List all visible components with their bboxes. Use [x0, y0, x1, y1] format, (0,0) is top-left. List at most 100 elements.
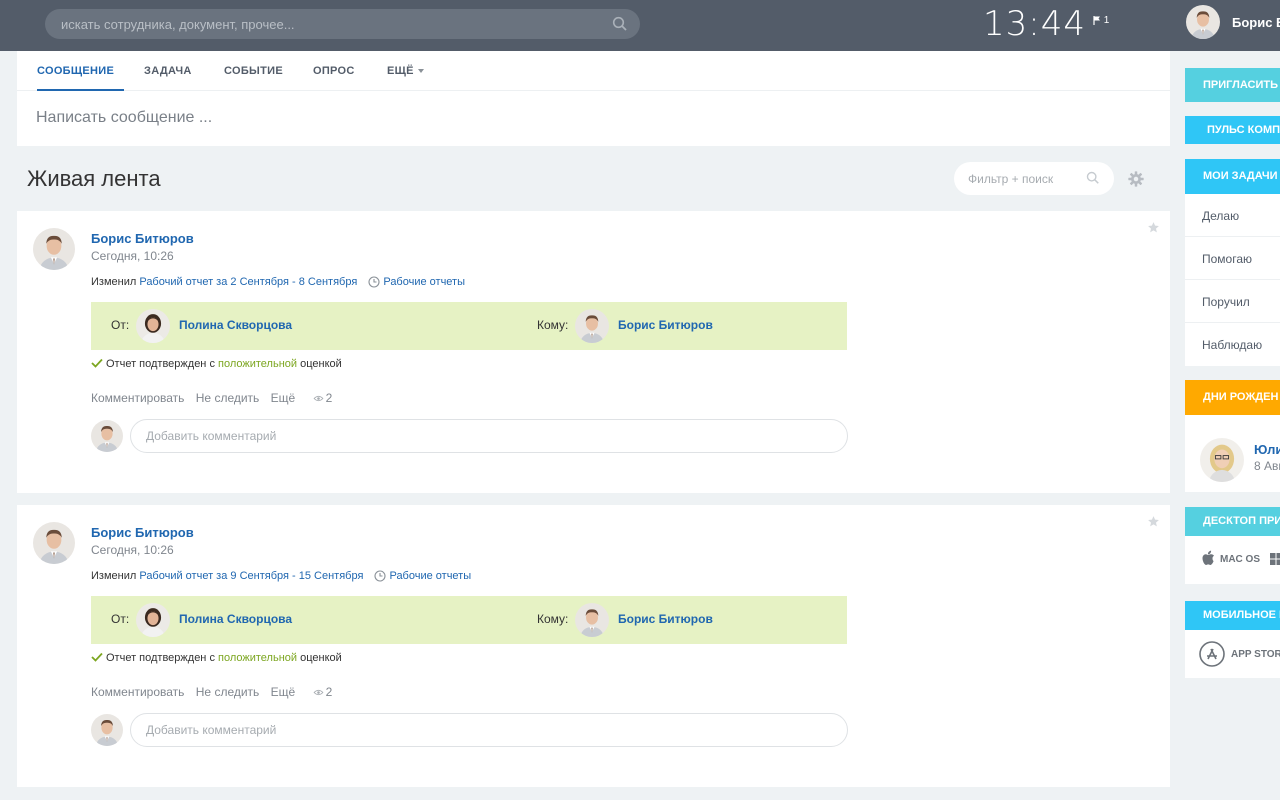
to-label: Кому:: [537, 318, 569, 332]
mobile-widget: APP STORE: [1185, 630, 1280, 678]
comment-input[interactable]: [146, 420, 826, 452]
tab-poll[interactable]: ОПРОС: [313, 65, 355, 77]
post-actions: Комментировать Не следить Ещё 2: [91, 685, 332, 699]
more-button[interactable]: Ещё: [271, 391, 296, 405]
gear-icon[interactable]: [1127, 170, 1145, 193]
tab-more[interactable]: ЕЩЁ: [387, 65, 424, 77]
mobile-header[interactable]: МОБИЛЬНОЕ П: [1185, 601, 1280, 630]
confirm-grade: положительной: [218, 358, 298, 370]
notifications[interactable]: 1: [1093, 15, 1109, 26]
avatar[interactable]: [575, 603, 609, 637]
desktop-header[interactable]: ДЕСКТОП ПРИЛ: [1185, 507, 1280, 536]
clock-icon: [368, 276, 380, 291]
eye-icon: [313, 685, 324, 699]
global-search[interactable]: [45, 9, 640, 39]
post-date[interactable]: Сегодня, 10:26: [91, 249, 174, 263]
check-icon: [91, 652, 103, 665]
action-prefix: Изменил: [91, 276, 137, 288]
post-composer: СООБЩЕНИЕ ЗАДАЧА СОБЫТИЕ ОПРОС ЕЩЁ Напис…: [17, 51, 1170, 146]
unfollow-button[interactable]: Не следить: [196, 685, 260, 699]
avatar[interactable]: [136, 309, 170, 343]
views-counter[interactable]: 2: [313, 391, 332, 405]
tab-more-label: ЕЩЁ: [387, 65, 414, 77]
compose-message-field[interactable]: Написать сообщение ...: [36, 109, 212, 127]
birthdays-widget: Юли 8 Авг: [1185, 415, 1280, 492]
avatar[interactable]: [33, 522, 75, 564]
report-link[interactable]: Рабочий отчет за 2 Сентября - 8 Сентября: [139, 276, 357, 288]
to-label: Кому:: [537, 612, 569, 626]
chevron-down-icon: [417, 69, 424, 74]
mac-os-link[interactable]: MAC OS: [1220, 554, 1260, 565]
category-link[interactable]: Рабочие отчеты: [383, 276, 465, 288]
task-item-assigned[interactable]: Поручил: [1202, 295, 1250, 309]
flag-icon[interactable]: [1093, 15, 1101, 26]
user-avatar[interactable]: [1186, 5, 1220, 39]
post-action: Изменил Рабочий отчет за 9 Сентября - 15…: [91, 570, 471, 585]
app-store-icon[interactable]: [1199, 641, 1225, 672]
feed-post: Борис Битюров Сегодня, 10:26 Изменил Раб…: [17, 505, 1170, 787]
search-icon[interactable]: [612, 16, 628, 32]
comment-field[interactable]: [130, 713, 848, 747]
task-item-watching[interactable]: Наблюдаю: [1202, 338, 1262, 352]
confirm-status: Отчет подтвержден с положительной оценко…: [91, 358, 342, 371]
search-icon[interactable]: [1086, 171, 1100, 190]
tab-event[interactable]: СОБЫТИЕ: [224, 65, 283, 77]
active-tab-indicator: [37, 89, 124, 91]
from-name[interactable]: Полина Скворцова: [179, 612, 292, 626]
action-prefix: Изменил: [91, 570, 137, 582]
post-actions: Комментировать Не следить Ещё 2: [91, 391, 332, 405]
windows-icon[interactable]: [1270, 552, 1280, 570]
apple-icon[interactable]: [1201, 550, 1215, 571]
comment-field[interactable]: [130, 419, 848, 453]
birthdays-header[interactable]: ДНИ РОЖДЕН: [1185, 380, 1280, 415]
star-icon[interactable]: [1147, 515, 1160, 533]
post-date[interactable]: Сегодня, 10:26: [91, 543, 174, 557]
app-store-link[interactable]: APP STORE: [1231, 649, 1280, 660]
avatar: [91, 420, 123, 452]
search-input[interactable]: [61, 9, 601, 39]
from-name[interactable]: Полина Скворцова: [179, 318, 292, 332]
comment-input[interactable]: [146, 714, 826, 746]
unfollow-button[interactable]: Не следить: [196, 391, 260, 405]
task-item-doing[interactable]: Делаю: [1202, 209, 1239, 223]
views-count: 2: [325, 685, 333, 699]
views-counter[interactable]: 2: [313, 685, 333, 699]
invite-button[interactable]: ПРИГЛАСИТЬ С: [1185, 68, 1280, 102]
clock[interactable]: 13:44: [983, 4, 1086, 44]
confirm-suffix: оценкой: [300, 652, 342, 664]
filter-input[interactable]: [968, 162, 1083, 195]
category-link[interactable]: Рабочие отчеты: [389, 570, 471, 582]
avatar[interactable]: [1200, 438, 1244, 482]
desktop-widget: MAC OS: [1185, 536, 1280, 584]
page-title: Живая лента: [27, 166, 161, 191]
feed-filter[interactable]: [954, 162, 1114, 195]
to-name[interactable]: Борис Битюров: [618, 612, 713, 626]
avatar: [91, 714, 123, 746]
confirm-suffix: оценкой: [300, 358, 342, 370]
more-button[interactable]: Ещё: [271, 685, 296, 699]
avatar[interactable]: [575, 309, 609, 343]
from-label: От:: [111, 318, 130, 332]
composer-tabs: СООБЩЕНИЕ ЗАДАЧА СОБЫТИЕ ОПРОС ЕЩЁ: [17, 51, 1170, 91]
divider: [1185, 236, 1280, 237]
tasks-header[interactable]: МОИ ЗАДАЧИ: [1185, 159, 1280, 194]
post-author[interactable]: Борис Битюров: [91, 525, 194, 540]
confirm-status: Отчет подтвержден с положительной оценко…: [91, 652, 342, 665]
report-link[interactable]: Рабочий отчет за 9 Сентября - 15 Сентябр…: [139, 570, 363, 582]
user-name[interactable]: Борис Б: [1232, 15, 1280, 30]
tab-task[interactable]: ЗАДАЧА: [144, 65, 192, 77]
to-name[interactable]: Борис Битюров: [618, 318, 713, 332]
feed-post: Борис Битюров Сегодня, 10:26 Изменил Раб…: [17, 211, 1170, 493]
avatar[interactable]: [33, 228, 75, 270]
comment-button[interactable]: Комментировать: [91, 391, 184, 405]
avatar[interactable]: [136, 603, 170, 637]
confirm-prefix: Отчет подтвержден с: [106, 358, 215, 370]
task-item-helping[interactable]: Помогаю: [1202, 252, 1252, 266]
post-author[interactable]: Борис Битюров: [91, 231, 194, 246]
pulse-button[interactable]: ПУЛЬС КОМПА: [1185, 116, 1280, 144]
birthday-date: 8 Авг: [1254, 459, 1280, 473]
comment-button[interactable]: Комментировать: [91, 685, 184, 699]
tab-message[interactable]: СООБЩЕНИЕ: [37, 65, 114, 77]
star-icon[interactable]: [1147, 221, 1160, 239]
birthday-name[interactable]: Юли: [1254, 442, 1280, 457]
